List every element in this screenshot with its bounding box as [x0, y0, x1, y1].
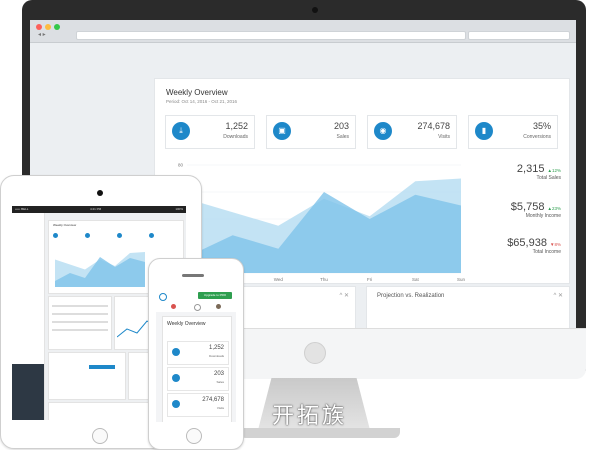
battery-text: 100%: [175, 207, 183, 211]
side-value: 2,315: [516, 163, 545, 175]
carrier-text: ••••• BELL: [15, 207, 29, 211]
bag-icon: [172, 374, 180, 382]
table-row: [52, 313, 108, 315]
panel-controls[interactable]: ^ ✕: [339, 292, 349, 299]
stat-value: 274,678: [417, 121, 450, 131]
stat-card-visits[interactable]: ◉ 274,678 Visits: [367, 115, 457, 149]
stat-value: 1,252: [225, 121, 248, 131]
browser-toolbar: ◂ ▸: [30, 20, 576, 43]
bag-icon: ▣: [273, 122, 291, 140]
eye-icon: ◉: [374, 122, 392, 140]
close-dot-icon[interactable]: [36, 24, 42, 30]
projection-title: Projection vs. Realization: [377, 293, 445, 299]
phone-icon-bar: [156, 302, 236, 312]
stat-label: Visits: [216, 406, 224, 410]
phone-overview-title: Weekly Overview: [167, 321, 206, 327]
download-icon: ⤓: [172, 122, 190, 140]
tablet-list-card: [48, 352, 126, 400]
side-change: 8%: [554, 242, 561, 247]
stat-value: 1,252: [208, 345, 224, 351]
table-row: [52, 321, 108, 323]
download-icon: [53, 233, 58, 238]
minimize-dot-icon[interactable]: [45, 24, 51, 30]
stat-label: Downloads: [223, 134, 248, 140]
eye-icon: [117, 233, 122, 238]
x-tick-label: Sun: [457, 277, 465, 282]
monitor-logo: [304, 342, 326, 364]
side-value: $65,938: [507, 237, 547, 249]
address-bar[interactable]: [76, 31, 466, 40]
side-label: Total Sales: [536, 175, 561, 181]
stat-card-downloads[interactable]: ⤓ 1,252 Downloads: [165, 115, 255, 149]
stat-label: Downloads: [209, 354, 224, 358]
stat-label: Sales: [336, 134, 349, 140]
stat-card-conversions[interactable]: ▮ 35% Conversions: [468, 115, 558, 149]
side-stat-sales: 2,315 ▲12% Total Sales: [471, 163, 561, 181]
side-change: 23%: [551, 206, 561, 211]
table-row: [52, 305, 108, 307]
x-tick-label: Wed: [274, 277, 284, 282]
notification-icon[interactable]: [171, 304, 176, 309]
stat-card-sales[interactable]: ▣ 203 Sales: [266, 115, 356, 149]
x-tick-label: Thu: [320, 277, 328, 282]
tablet-status-bar: ••••• BELL 4:21 PM 100%: [12, 206, 186, 213]
stat-value: 274,678: [202, 397, 224, 403]
bar-chart-icon: ▮: [475, 122, 493, 140]
phone-stat-visits[interactable]: 274,678 Visits: [167, 393, 229, 417]
stat-label: Sales: [216, 380, 224, 384]
back-forward-icon[interactable]: ◂ ▸: [38, 31, 46, 38]
phone-stat-sales[interactable]: 203 Sales: [167, 367, 229, 391]
monitor-camera: [312, 7, 318, 13]
stat-label: Conversions: [523, 134, 551, 140]
side-change: 12%: [551, 168, 561, 173]
download-icon: [172, 348, 180, 356]
tablet-stat-row: [53, 233, 179, 239]
period-text: Period: Oct 14, 2016 - Oct 21, 2016: [166, 99, 238, 104]
phone-screen: Upgrade to PRO Weekly Overview 1,252 Dow…: [156, 290, 236, 422]
tablet-home-button[interactable]: [92, 428, 108, 444]
tablet-action-button[interactable]: [89, 365, 115, 369]
side-stat-total: $65,938 ▼8% Total Income: [471, 237, 561, 255]
side-label: Monthly Income: [525, 213, 561, 219]
x-tick-label: Sat: [412, 277, 420, 282]
upgrade-button[interactable]: Upgrade to PRO: [198, 292, 232, 299]
stat-value: 203: [213, 371, 224, 377]
watermark-text: 开拓族: [272, 404, 348, 429]
bar-chart-icon: [149, 233, 154, 238]
stat-label: Visits: [438, 134, 450, 140]
x-tick-label: Fri: [367, 277, 372, 282]
phone-speaker: [182, 274, 204, 277]
browser-search-field[interactable]: [468, 31, 570, 40]
maximize-dot-icon[interactable]: [54, 24, 60, 30]
panel-title: Weekly Overview: [166, 88, 228, 97]
tablet-table-card: [48, 296, 112, 350]
phone-logo-icon: [159, 293, 167, 301]
clock-text: 4:21 PM: [90, 207, 102, 211]
side-value: $5,758: [510, 201, 545, 213]
bag-icon: [85, 233, 90, 238]
stat-value: 35%: [532, 121, 551, 131]
side-label: Total Income: [532, 249, 561, 255]
y-tick-label: 80: [178, 163, 184, 168]
avatar[interactable]: [216, 304, 221, 309]
side-stat-monthly: $5,758 ▲23% Monthly Income: [471, 201, 561, 219]
table-row: [52, 329, 108, 331]
stat-value: 203: [333, 121, 349, 131]
phone-stat-downloads[interactable]: 1,252 Downloads: [167, 341, 229, 365]
message-icon[interactable]: [194, 304, 201, 311]
phone-home-button[interactable]: [186, 428, 202, 444]
tablet-overview-title: Weekly Overview: [53, 223, 77, 227]
tablet-sidebar-menu[interactable]: [12, 364, 44, 420]
weekly-overview-panel: Weekly Overview Period: Oct 14, 2016 - O…: [154, 78, 570, 284]
tablet-area-chart: [55, 252, 145, 287]
panel-controls[interactable]: ^ ✕: [553, 292, 563, 299]
projection-panel: Projection vs. Realization ^ ✕: [366, 286, 570, 328]
phone-overview-card: Weekly Overview 1,252 Downloads 203 Sale…: [162, 316, 232, 422]
eye-icon: [172, 400, 180, 408]
tablet-camera: [97, 190, 103, 196]
